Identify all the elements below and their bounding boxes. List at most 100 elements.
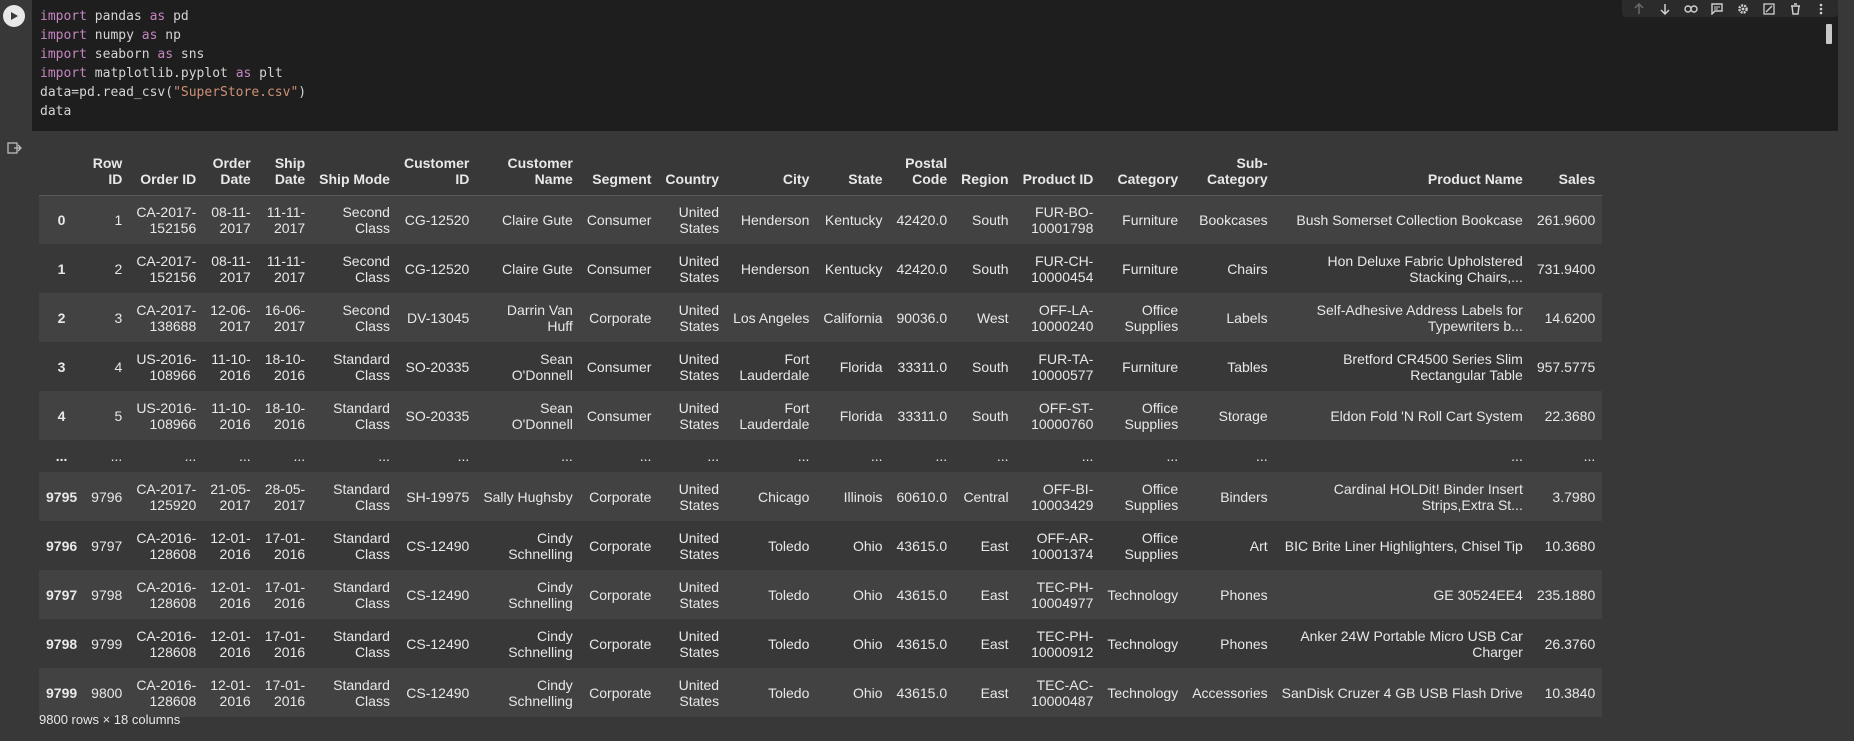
table-cell: Cindy Schnelling — [508, 627, 573, 660]
table-cell: Standard Class — [333, 350, 390, 383]
arrow-down-icon[interactable] — [1652, 0, 1678, 17]
table-cell: Bookcases — [1199, 211, 1268, 228]
run-cell-button[interactable] — [3, 5, 25, 27]
table-cell: Self-Adhesive Address Labels for Typewri… — [1316, 301, 1523, 334]
table-cell: Office Supplies — [1124, 529, 1179, 562]
table-cell: 26.3760 — [1544, 635, 1596, 652]
code-line: import matplotlib.pyplot as plt — [40, 64, 306, 83]
table-cell: 43615.0 — [896, 684, 948, 701]
table-cell: Binders — [1220, 488, 1268, 505]
table-row: 9796 9797 CA-2016- 128608 12-01- 2016 17-01-… — [39, 521, 1603, 570]
table-cell: United States — [678, 578, 720, 611]
table-cell: United States — [678, 203, 720, 236]
table-cell: CG-12520 — [404, 211, 470, 228]
table-cell: United States — [678, 480, 720, 513]
table-cell: 60610.0 — [896, 488, 948, 505]
table-cell: CS-12490 — [406, 537, 470, 554]
table-cell: 11-11- 2017 — [266, 203, 306, 236]
table-cell: ... — [707, 448, 720, 464]
table-cell: 11-11- 2017 — [266, 252, 306, 285]
table-cell: 08-11- 2017 — [211, 203, 251, 236]
code-line: data=pd.read_csv("SuperStore.csv") — [40, 83, 306, 102]
table-cell: ... — [1166, 448, 1179, 464]
table-cell: FUR-CH- 10000454 — [1031, 252, 1094, 285]
table-cell: Second Class — [342, 301, 390, 334]
table-cell: 28-05- 2017 — [264, 480, 306, 513]
column-header: Postal Code — [905, 154, 948, 187]
table-cell: Tables — [1227, 358, 1268, 375]
table-cell: 731.9400 — [1536, 260, 1596, 277]
code-text: pandas — [86, 9, 150, 24]
table-cell: 261.9600 — [1536, 211, 1596, 228]
table-cell: Phones — [1220, 586, 1268, 603]
dataframe-table: Row ID Order ID Order Date Ship Date Ship Mo… — [39, 139, 1603, 717]
table-cell: Henderson — [740, 211, 810, 228]
table-cell: CA-2016- 128608 — [136, 578, 197, 611]
table-cell: 90036.0 — [896, 309, 948, 326]
table-cell: CS-12490 — [406, 684, 470, 701]
code-content: import pandas as pd import numpy as np imp… — [40, 7, 306, 121]
table-cell: 9796 — [91, 488, 123, 505]
table-cell: CS-12490 — [406, 635, 470, 652]
table-row: 0 1 CA-2017- 152156 08-11- 2017 11-11- 2017 S… — [39, 195, 1603, 244]
table-cell: Ohio — [852, 684, 883, 701]
trash-icon[interactable] — [1782, 0, 1808, 17]
table-cell: CA-2017- 152156 — [136, 203, 197, 236]
table-cell: United States — [678, 350, 720, 383]
code-keyword: as — [157, 47, 174, 62]
more-vert-icon[interactable] — [1808, 0, 1834, 17]
table-cell: 12-01- 2016 — [210, 529, 251, 562]
table-cell: ... — [797, 448, 810, 464]
table-cell: Anker 24W Portable Micro USB Car Charger — [1300, 627, 1523, 660]
table-cell: Corporate — [589, 684, 652, 701]
table-cell: 18-10- 2016 — [264, 350, 306, 383]
code-editor[interactable]: import pandas as pd import numpy as np imp… — [32, 0, 1838, 131]
table-cell: SH-19975 — [406, 488, 470, 505]
code-text: data — [40, 104, 72, 119]
table-cell: 42420.0 — [896, 211, 948, 228]
mirror-cell-icon[interactable] — [1756, 0, 1782, 17]
gear-icon[interactable] — [1730, 0, 1756, 17]
table-cell: East — [980, 635, 1009, 652]
comment-icon[interactable] — [1704, 0, 1730, 17]
table-cell: Henderson — [740, 260, 810, 277]
table-cell: FUR-TA- 10000577 — [1031, 350, 1094, 383]
link-icon[interactable] — [1678, 0, 1704, 17]
table-cell: 9797 — [91, 537, 123, 554]
table-cell: Hon Deluxe Fabric Upholstered Stacking C… — [1327, 252, 1523, 285]
table-cell: Bush Somerset Collection Bookcase — [1296, 211, 1523, 228]
table-cell: Kentucky — [824, 211, 883, 228]
row-index: ... — [55, 448, 68, 464]
table-cell: 14.6200 — [1544, 309, 1596, 326]
notebook-cell: import pandas as pd import numpy as np imp… — [0, 0, 1854, 741]
table-cell: 42420.0 — [896, 260, 948, 277]
column-header: Segment — [592, 170, 652, 187]
editor-scrollbar[interactable] — [1826, 24, 1832, 44]
table-cell: ... — [639, 448, 652, 464]
table-cell: United States — [678, 399, 720, 432]
table-cell: 9800 — [91, 684, 123, 701]
table-cell: CG-12520 — [404, 260, 470, 277]
table-cell: Corporate — [589, 586, 652, 603]
output-actions-icon[interactable] — [6, 140, 24, 158]
column-header: Sales — [1558, 170, 1596, 187]
table-cell: United States — [678, 301, 720, 334]
table-cell: 17-01- 2016 — [264, 578, 306, 611]
table-cell: South — [971, 211, 1009, 228]
row-index: 1 — [57, 260, 66, 277]
table-cell: Standard Class — [333, 578, 390, 611]
table-row: 9799 9800 CA-2016- 128608 12-01- 2016 17-01-… — [39, 668, 1603, 717]
code-keyword: as — [141, 28, 158, 43]
table-cell: East — [980, 684, 1009, 701]
table-cell: Art — [1249, 537, 1268, 554]
table-cell: Corporate — [589, 309, 652, 326]
dataframe-summary: 9800 rows × 18 columns — [39, 712, 181, 727]
table-cell: SO-20335 — [405, 407, 470, 424]
arrow-up-icon[interactable] — [1626, 0, 1652, 17]
table-cell: Fort Lauderdale — [739, 399, 810, 432]
table-cell: SO-20335 — [405, 358, 470, 375]
row-index: 9798 — [46, 635, 78, 652]
cell-output: Row ID Order ID Order Date Ship Date Ship Mo… — [32, 131, 1838, 741]
table-cell: ... — [184, 448, 197, 464]
column-header: Customer Name — [507, 154, 573, 187]
